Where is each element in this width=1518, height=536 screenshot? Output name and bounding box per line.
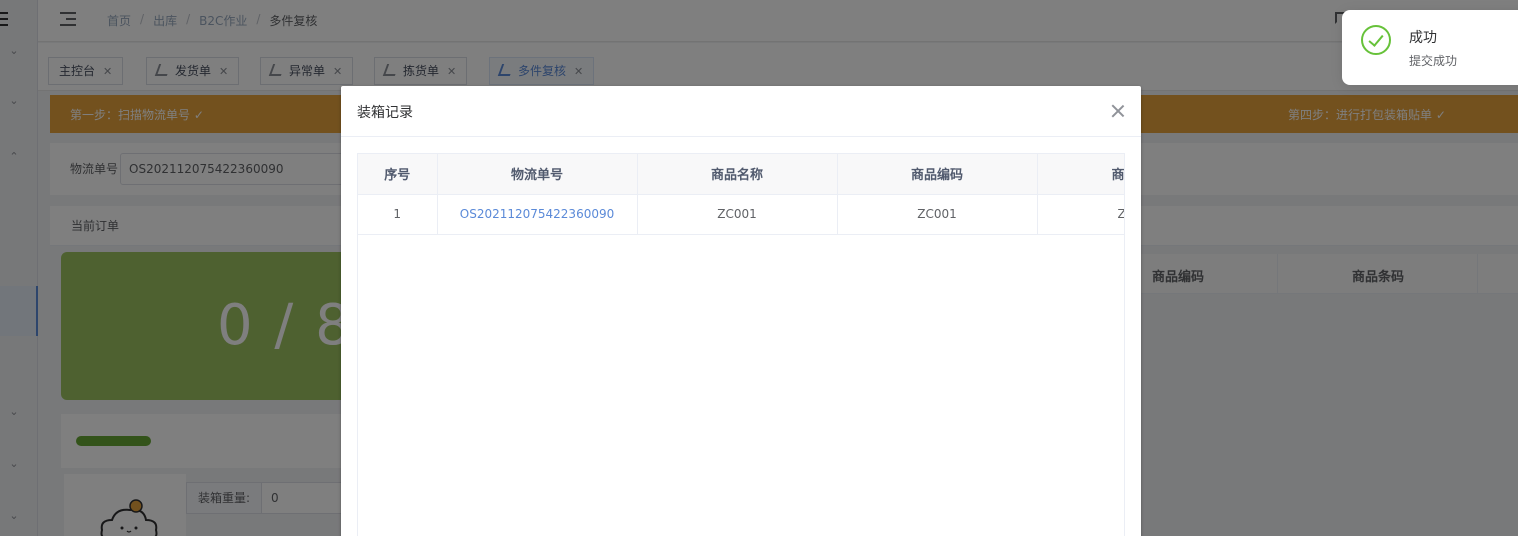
packing-record-dialog: 装箱记录 序号 物流单号 商品名称 商品编码 商 1 OS20211207542… [341,86,1141,536]
notification-title: 成功 [1409,30,1437,46]
success-notification: 成功 提交成功 [1342,10,1518,85]
column-header-index: 序号 [358,154,438,195]
cell-index: 1 [358,194,438,235]
column-header-product-code: 商品编码 [837,154,1038,195]
notification-message: 提交成功 [1409,54,1458,68]
cell-product-code: ZC001 [837,194,1038,235]
cell-truncated: Z [1037,194,1124,235]
close-icon[interactable] [1109,102,1127,120]
column-header-truncated: 商 [1037,154,1124,195]
cell-product-name: ZC001 [637,194,838,235]
packing-record-table: 序号 物流单号 商品名称 商品编码 商 1 OS2021120754223600… [357,153,1125,536]
success-check-icon [1361,25,1391,55]
dialog-title: 装箱记录 [357,105,413,121]
column-header-tracking: 物流单号 [437,154,638,195]
table-row: 1 OS202112075422360090 ZC001 ZC001 Z [358,194,1124,235]
cell-tracking-link[interactable]: OS202112075422360090 [437,194,638,235]
column-header-product-name: 商品名称 [637,154,838,195]
dialog-header: 装箱记录 [341,86,1141,137]
table-header-row: 序号 物流单号 商品名称 商品编码 商 [358,154,1124,195]
